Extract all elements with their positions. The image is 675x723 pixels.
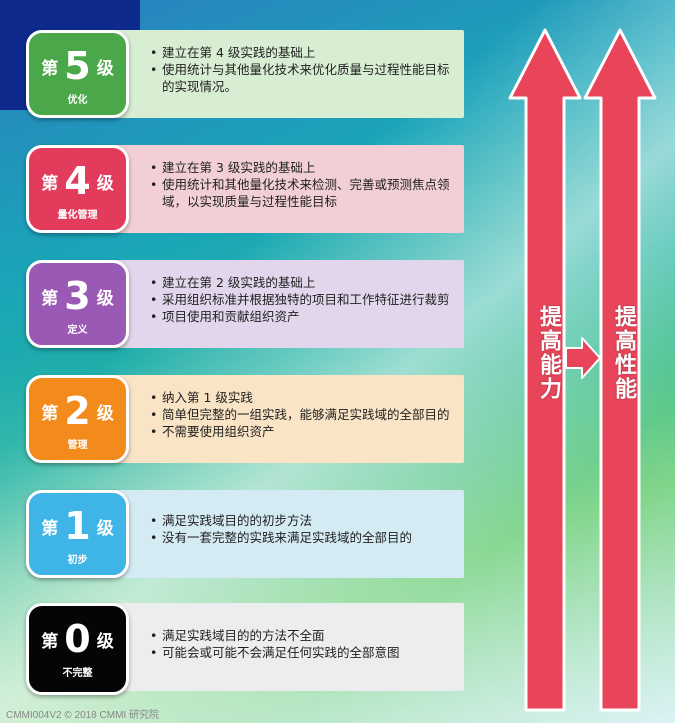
level-bullet: 满足实践域目的的方法不全面 — [150, 627, 454, 644]
level-name: 管理 — [67, 440, 88, 451]
level-panel: 满足实践域目的的初步方法 没有一套完整的实践来满足实践域的全部目的 — [70, 490, 464, 578]
performance-label: 提高性能 — [611, 305, 636, 401]
level-bullet: 不需要使用组织资产 — [150, 423, 454, 440]
level-panel: 满足实践域目的的方法不全面 可能会或可能不会满足任何实践的全部意图 — [70, 603, 464, 691]
level-number: 4 — [64, 159, 91, 203]
level-bullet: 纳入第 1 级实践 — [150, 389, 454, 406]
level-bullet: 采用组织标准并根据独特的项目和工作特征进行裁剪 — [150, 291, 454, 308]
level-suffix: 级 — [96, 403, 114, 424]
level-bullet: 简单但完整的一组实践，能够满足实践域的全部目的 — [150, 406, 454, 423]
level-bullet: 使用统计和其他量化技术来检测、完善或预测焦点领域，以实现质量与过程性能目标 — [150, 176, 454, 210]
level-panel: 纳入第 1 级实践 简单但完整的一组实践，能够满足实践域的全部目的 不需要使用组… — [70, 375, 464, 463]
level-suffix: 级 — [96, 288, 114, 309]
level-panel: 建立在第 3 级实践的基础上 使用统计和其他量化技术来检测、完善或预测焦点领域，… — [70, 145, 464, 233]
level-suffix: 级 — [96, 58, 114, 79]
level-prefix: 第 — [41, 288, 59, 309]
level-number: 3 — [64, 274, 91, 318]
level-badge-4: 第 4 级 量化管理 — [26, 145, 129, 233]
level-panel: 建立在第 4 级实践的基础上 使用统计与其他量化技术来优化质量与过程性能目标的实… — [70, 30, 464, 118]
arrows-graphic — [508, 28, 657, 712]
level-panel: 建立在第 2 级实践的基础上 采用组织标准并根据独特的项目和工作特征进行裁剪 项… — [70, 260, 464, 348]
level-prefix: 第 — [41, 403, 59, 424]
level-number: 1 — [64, 504, 91, 548]
level-badge-2: 第 2 级 管理 — [26, 375, 129, 463]
level-badge-3: 第 3 级 定义 — [26, 260, 129, 348]
level-suffix: 级 — [96, 173, 114, 194]
level-suffix: 级 — [96, 518, 114, 539]
level-bullet: 满足实践域目的的初步方法 — [150, 512, 454, 529]
level-bullet: 项目使用和贡献组织资产 — [150, 308, 454, 325]
level-badge-0: 第 0 级 不完整 — [26, 603, 129, 695]
level-badge-1: 第 1 级 初步 — [26, 490, 129, 578]
level-number: 2 — [64, 389, 91, 433]
level-suffix: 级 — [96, 631, 114, 652]
level-bullet: 建立在第 2 级实践的基础上 — [150, 274, 454, 291]
level-bullet: 可能会或可能不会满足任何实践的全部意图 — [150, 644, 454, 661]
copyright-footer: CMMI004V2 © 2018 CMMI 研究院 — [6, 710, 159, 721]
level-number: 0 — [64, 617, 91, 661]
level-prefix: 第 — [41, 58, 59, 79]
level-badge-5: 第 5 级 优化 — [26, 30, 129, 118]
capability-label: 提高能力 — [536, 305, 561, 401]
level-number: 5 — [64, 44, 91, 88]
level-prefix: 第 — [41, 631, 59, 652]
level-bullet: 没有一套完整的实践来满足实践域的全部目的 — [150, 529, 454, 546]
level-prefix: 第 — [41, 173, 59, 194]
level-bullet: 建立在第 3 级实践的基础上 — [150, 159, 454, 176]
level-prefix: 第 — [41, 518, 59, 539]
level-name: 定义 — [67, 325, 88, 336]
level-name: 量化管理 — [57, 210, 98, 221]
connector-arrow — [565, 337, 601, 379]
level-name: 不完整 — [62, 668, 93, 679]
level-bullet: 建立在第 4 级实践的基础上 — [150, 44, 454, 61]
level-name: 优化 — [67, 95, 88, 106]
level-bullet: 使用统计与其他量化技术来优化质量与过程性能目标的实现情况。 — [150, 61, 454, 95]
level-name: 初步 — [67, 555, 88, 566]
